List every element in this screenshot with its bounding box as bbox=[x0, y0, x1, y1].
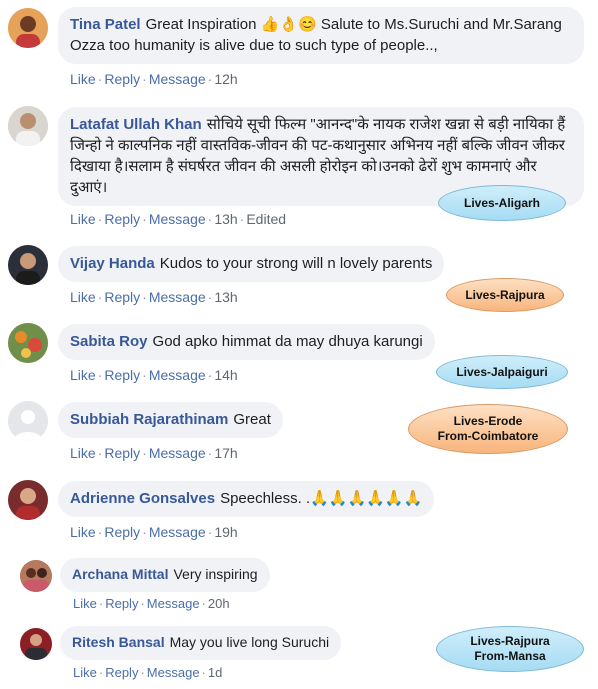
location-tag: Lives-Erode From-Coimbatore bbox=[408, 404, 568, 454]
comment-actions: Like · Reply · Message · 19h bbox=[70, 524, 238, 540]
like-button[interactable]: Like bbox=[73, 596, 97, 611]
avatar[interactable] bbox=[8, 480, 48, 520]
avatar[interactable] bbox=[8, 8, 48, 48]
avatar-photo-icon bbox=[8, 245, 48, 285]
tag-line: Lives-Aligarh bbox=[463, 195, 541, 210]
commenter-name[interactable]: Ritesh Bansal bbox=[72, 634, 165, 650]
commenter-name[interactable]: Tina Patel bbox=[70, 16, 141, 33]
message-button[interactable]: Message bbox=[149, 367, 206, 383]
like-button[interactable]: Like bbox=[70, 445, 96, 461]
comment-actions: Like · Reply · Message · 13h bbox=[70, 289, 238, 305]
avatar[interactable] bbox=[8, 245, 48, 285]
comment-actions: Like · Reply · Message · 1d bbox=[73, 665, 223, 680]
timestamp[interactable]: 19h bbox=[214, 524, 237, 540]
avatar-photo-icon bbox=[20, 560, 52, 592]
comment-actions: Like · Reply · Message · 17h bbox=[70, 445, 238, 461]
comment-bubble: Ritesh Bansal May you live long Suruchi bbox=[60, 626, 342, 660]
location-tag: Lives-Aligarh bbox=[438, 185, 566, 221]
location-tag: Lives-Rajpura From-Mansa bbox=[436, 626, 584, 672]
like-button[interactable]: Like bbox=[70, 211, 96, 227]
tag-line: From-Mansa bbox=[474, 649, 546, 663]
message-button[interactable]: Message bbox=[147, 596, 200, 611]
commenter-name[interactable]: Sabita Roy bbox=[70, 333, 148, 350]
like-button[interactable]: Like bbox=[70, 71, 96, 87]
like-button[interactable]: Like bbox=[73, 665, 97, 680]
message-button[interactable]: Message bbox=[149, 71, 206, 87]
like-button[interactable]: Like bbox=[70, 524, 96, 540]
tag-line: Lives-Jalpaiguri bbox=[456, 364, 548, 379]
reply-button[interactable]: Reply bbox=[104, 211, 140, 227]
message-button[interactable]: Message bbox=[149, 211, 206, 227]
reply-button[interactable]: Reply bbox=[104, 289, 140, 305]
reply-button[interactable]: Reply bbox=[104, 445, 140, 461]
comment-bubble: Subbiah Rajarathinam Great bbox=[58, 402, 283, 438]
reply-button[interactable]: Reply bbox=[105, 596, 138, 611]
timestamp[interactable]: 12h bbox=[214, 71, 237, 87]
comment-text: Kudos to your strong will n lovely paren… bbox=[159, 255, 433, 272]
avatar[interactable] bbox=[20, 560, 52, 592]
tag-line: Lives-Erode bbox=[453, 414, 523, 428]
comment-text: Great bbox=[233, 411, 271, 428]
commenter-name[interactable]: Archana Mittal bbox=[72, 566, 168, 582]
message-button[interactable]: Message bbox=[147, 665, 200, 680]
message-button[interactable]: Message bbox=[149, 445, 206, 461]
comment-text: Very inspiring bbox=[173, 566, 258, 582]
comment-text: Great Inspiration 👍👌😊 Salute to Ms.Suruc… bbox=[70, 16, 562, 54]
commenter-name[interactable]: Adrienne Gonsalves bbox=[70, 490, 215, 507]
comment-text: Speechless. .🙏🙏🙏🙏🙏🙏 bbox=[220, 490, 423, 507]
comment-bubble: Tina Patel Great Inspiration 👍👌😊 Salute t… bbox=[58, 7, 584, 64]
default-profile-icon bbox=[8, 401, 48, 441]
reply-button[interactable]: Reply bbox=[104, 524, 140, 540]
comment-actions: Like · Reply · Message · 14h bbox=[70, 367, 238, 383]
avatar-photo-icon bbox=[8, 106, 48, 146]
tag-line: Lives-Rajpura bbox=[465, 287, 545, 302]
edited-label[interactable]: Edited bbox=[246, 211, 286, 227]
timestamp[interactable]: 20h bbox=[208, 596, 230, 611]
comment-text: May you live long Suruchi bbox=[169, 634, 330, 650]
comment-bubble: Adrienne Gonsalves Speechless. .🙏🙏🙏🙏🙏🙏 bbox=[58, 481, 435, 517]
avatar[interactable] bbox=[8, 106, 48, 146]
avatar-photo-icon bbox=[20, 628, 52, 660]
reply-button[interactable]: Reply bbox=[105, 665, 138, 680]
comment-bubble: Archana Mittal Very inspiring bbox=[60, 558, 270, 592]
avatar[interactable] bbox=[8, 401, 48, 441]
comment-actions: Like · Reply · Message · 20h bbox=[73, 596, 230, 611]
avatar[interactable] bbox=[8, 323, 48, 363]
timestamp[interactable]: 13h bbox=[214, 211, 237, 227]
like-button[interactable]: Like bbox=[70, 289, 96, 305]
commenter-name[interactable]: Latafat Ullah Khan bbox=[70, 116, 202, 133]
commenter-name[interactable]: Subbiah Rajarathinam bbox=[70, 411, 228, 428]
timestamp[interactable]: 14h bbox=[214, 367, 237, 383]
timestamp[interactable]: 17h bbox=[214, 445, 237, 461]
timestamp[interactable]: 1d bbox=[208, 665, 222, 680]
comment-actions: Like · Reply · Message · 12h bbox=[70, 71, 238, 87]
reply-button[interactable]: Reply bbox=[104, 71, 140, 87]
location-tag: Lives-Rajpura bbox=[446, 278, 564, 312]
avatar-photo-icon bbox=[8, 480, 48, 520]
comment-bubble: Vijay Handa Kudos to your strong will n l… bbox=[58, 246, 445, 282]
commenter-name[interactable]: Vijay Handa bbox=[70, 255, 155, 272]
avatar-photo-icon bbox=[8, 323, 48, 363]
comment-bubble: Sabita Roy God apko himmat da may dhuya k… bbox=[58, 324, 435, 360]
avatar-photo-icon bbox=[8, 8, 48, 48]
comment-text: God apko himmat da may dhuya karungi bbox=[152, 333, 423, 350]
reply-button[interactable]: Reply bbox=[104, 367, 140, 383]
message-button[interactable]: Message bbox=[149, 524, 206, 540]
like-button[interactable]: Like bbox=[70, 367, 96, 383]
avatar[interactable] bbox=[20, 628, 52, 660]
comment-actions: Like · Reply · Message · 13h · Edited bbox=[70, 211, 287, 227]
timestamp[interactable]: 13h bbox=[214, 289, 237, 305]
message-button[interactable]: Message bbox=[149, 289, 206, 305]
location-tag: Lives-Jalpaiguri bbox=[436, 355, 568, 389]
tag-line: From-Coimbatore bbox=[437, 429, 539, 443]
tag-line: Lives-Rajpura bbox=[470, 634, 550, 648]
